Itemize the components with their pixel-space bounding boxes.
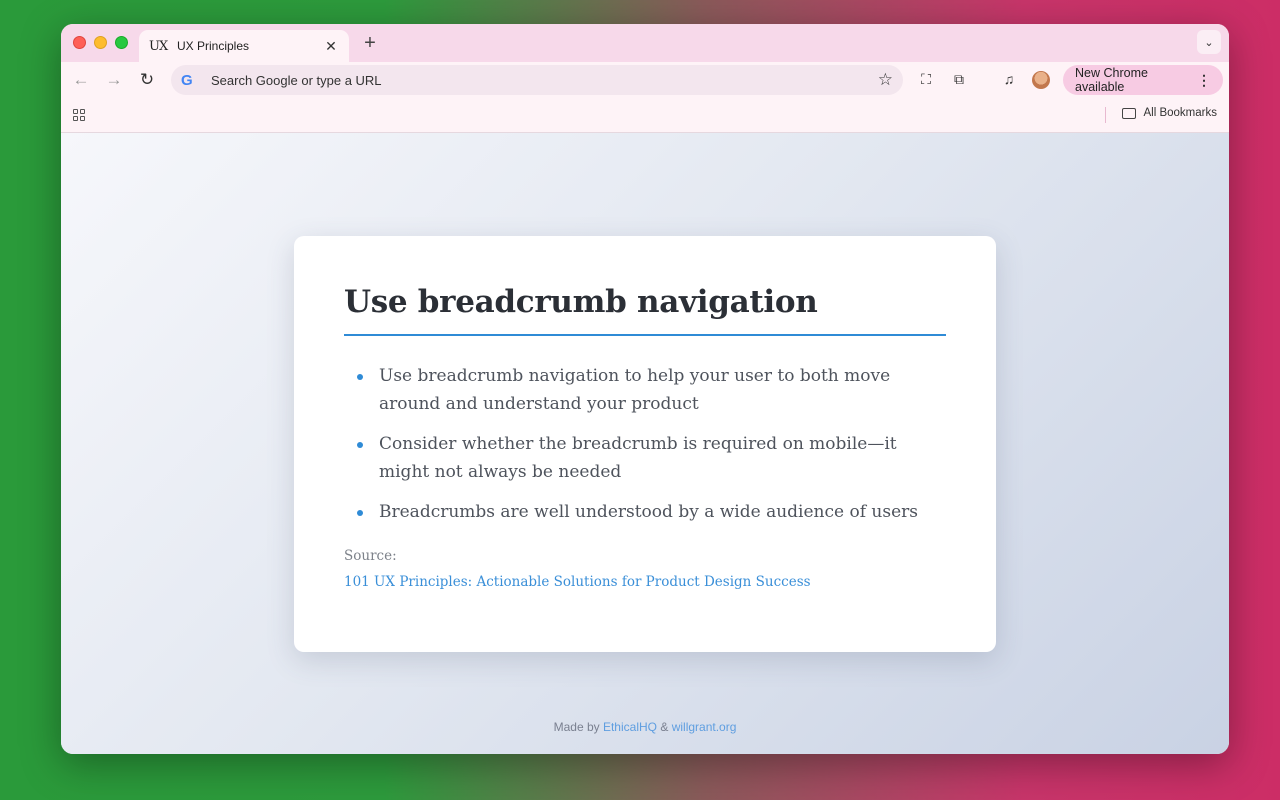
tab-bar: UX UX Principles ✕ + ⌄ [61, 24, 1229, 62]
zoom-window-button[interactable] [115, 36, 128, 49]
forward-icon[interactable]: → [104, 70, 124, 90]
source-label: Source: [344, 548, 397, 564]
list-item: Breadcrumbs are well understood by a wid… [344, 498, 946, 526]
reload-icon[interactable]: ↻ [137, 70, 157, 90]
all-bookmarks-button[interactable]: All Bookmarks [1121, 107, 1218, 119]
bookmark-star-icon[interactable]: ☆ [878, 70, 893, 90]
list-item: Consider whether the breadcrumb is requi… [344, 430, 946, 486]
favicon-icon: UX [149, 38, 168, 54]
extensions-icon[interactable]: ⧉ [950, 71, 968, 89]
bullet-list: Use breadcrumb navigation to help your u… [344, 362, 946, 526]
all-bookmarks-label: All Bookmarks [1143, 107, 1218, 119]
close-tab-icon[interactable]: ✕ [323, 38, 339, 55]
tab-ux-principles[interactable]: UX UX Principles ✕ [139, 30, 349, 62]
update-label: New Chrome available [1075, 66, 1148, 94]
willgrant-link[interactable]: willgrant.org [672, 720, 737, 734]
back-icon[interactable]: ← [71, 70, 91, 90]
toolbar: ← → ↻ G Search Google or type a URL ☆ ⛶ … [61, 62, 1229, 98]
menu-kebab-icon[interactable]: ⋮ [1197, 72, 1211, 89]
close-window-button[interactable] [73, 36, 86, 49]
apps-grid-icon[interactable] [73, 109, 85, 121]
media-controls-icon[interactable]: ♫ [1000, 71, 1018, 89]
page-title: Use breadcrumb navigation [344, 284, 946, 336]
minimize-window-button[interactable] [94, 36, 107, 49]
footer: Made by EthicalHQ & willgrant.org [61, 720, 1229, 734]
browser-window: UX UX Principles ✕ + ⌄ ← → ↻ G Search Go… [61, 24, 1229, 754]
list-item: Use breadcrumb navigation to help your u… [344, 362, 946, 418]
address-bar[interactable]: G Search Google or type a URL ☆ [171, 65, 903, 95]
window-controls [73, 36, 128, 49]
bookmarks-divider [1105, 107, 1106, 123]
profile-avatar[interactable] [1032, 71, 1050, 89]
footer-prefix: Made by [553, 720, 600, 734]
source-link[interactable]: 101 UX Principles: Actionable Solutions … [344, 574, 946, 590]
new-chrome-available-button[interactable]: New Chrome available ⋮ [1063, 65, 1223, 95]
google-icon: G [181, 71, 193, 89]
tab-title: UX Principles [177, 39, 250, 53]
principle-card: Use breadcrumb navigation Use breadcrumb… [294, 236, 996, 652]
footer-separator: & [660, 720, 669, 734]
bookmarks-bar: All Bookmarks [61, 98, 1229, 133]
screenshot-icon[interactable]: ⛶ [917, 71, 935, 89]
new-tab-icon[interactable]: + [359, 32, 381, 55]
folder-icon [1121, 107, 1136, 119]
tab-search-chevron-icon[interactable]: ⌄ [1197, 30, 1221, 54]
ethicalhq-link[interactable]: EthicalHQ [603, 720, 657, 734]
page-content: Use breadcrumb navigation Use breadcrumb… [61, 133, 1229, 754]
address-input[interactable]: Search Google or type a URL [211, 73, 878, 88]
